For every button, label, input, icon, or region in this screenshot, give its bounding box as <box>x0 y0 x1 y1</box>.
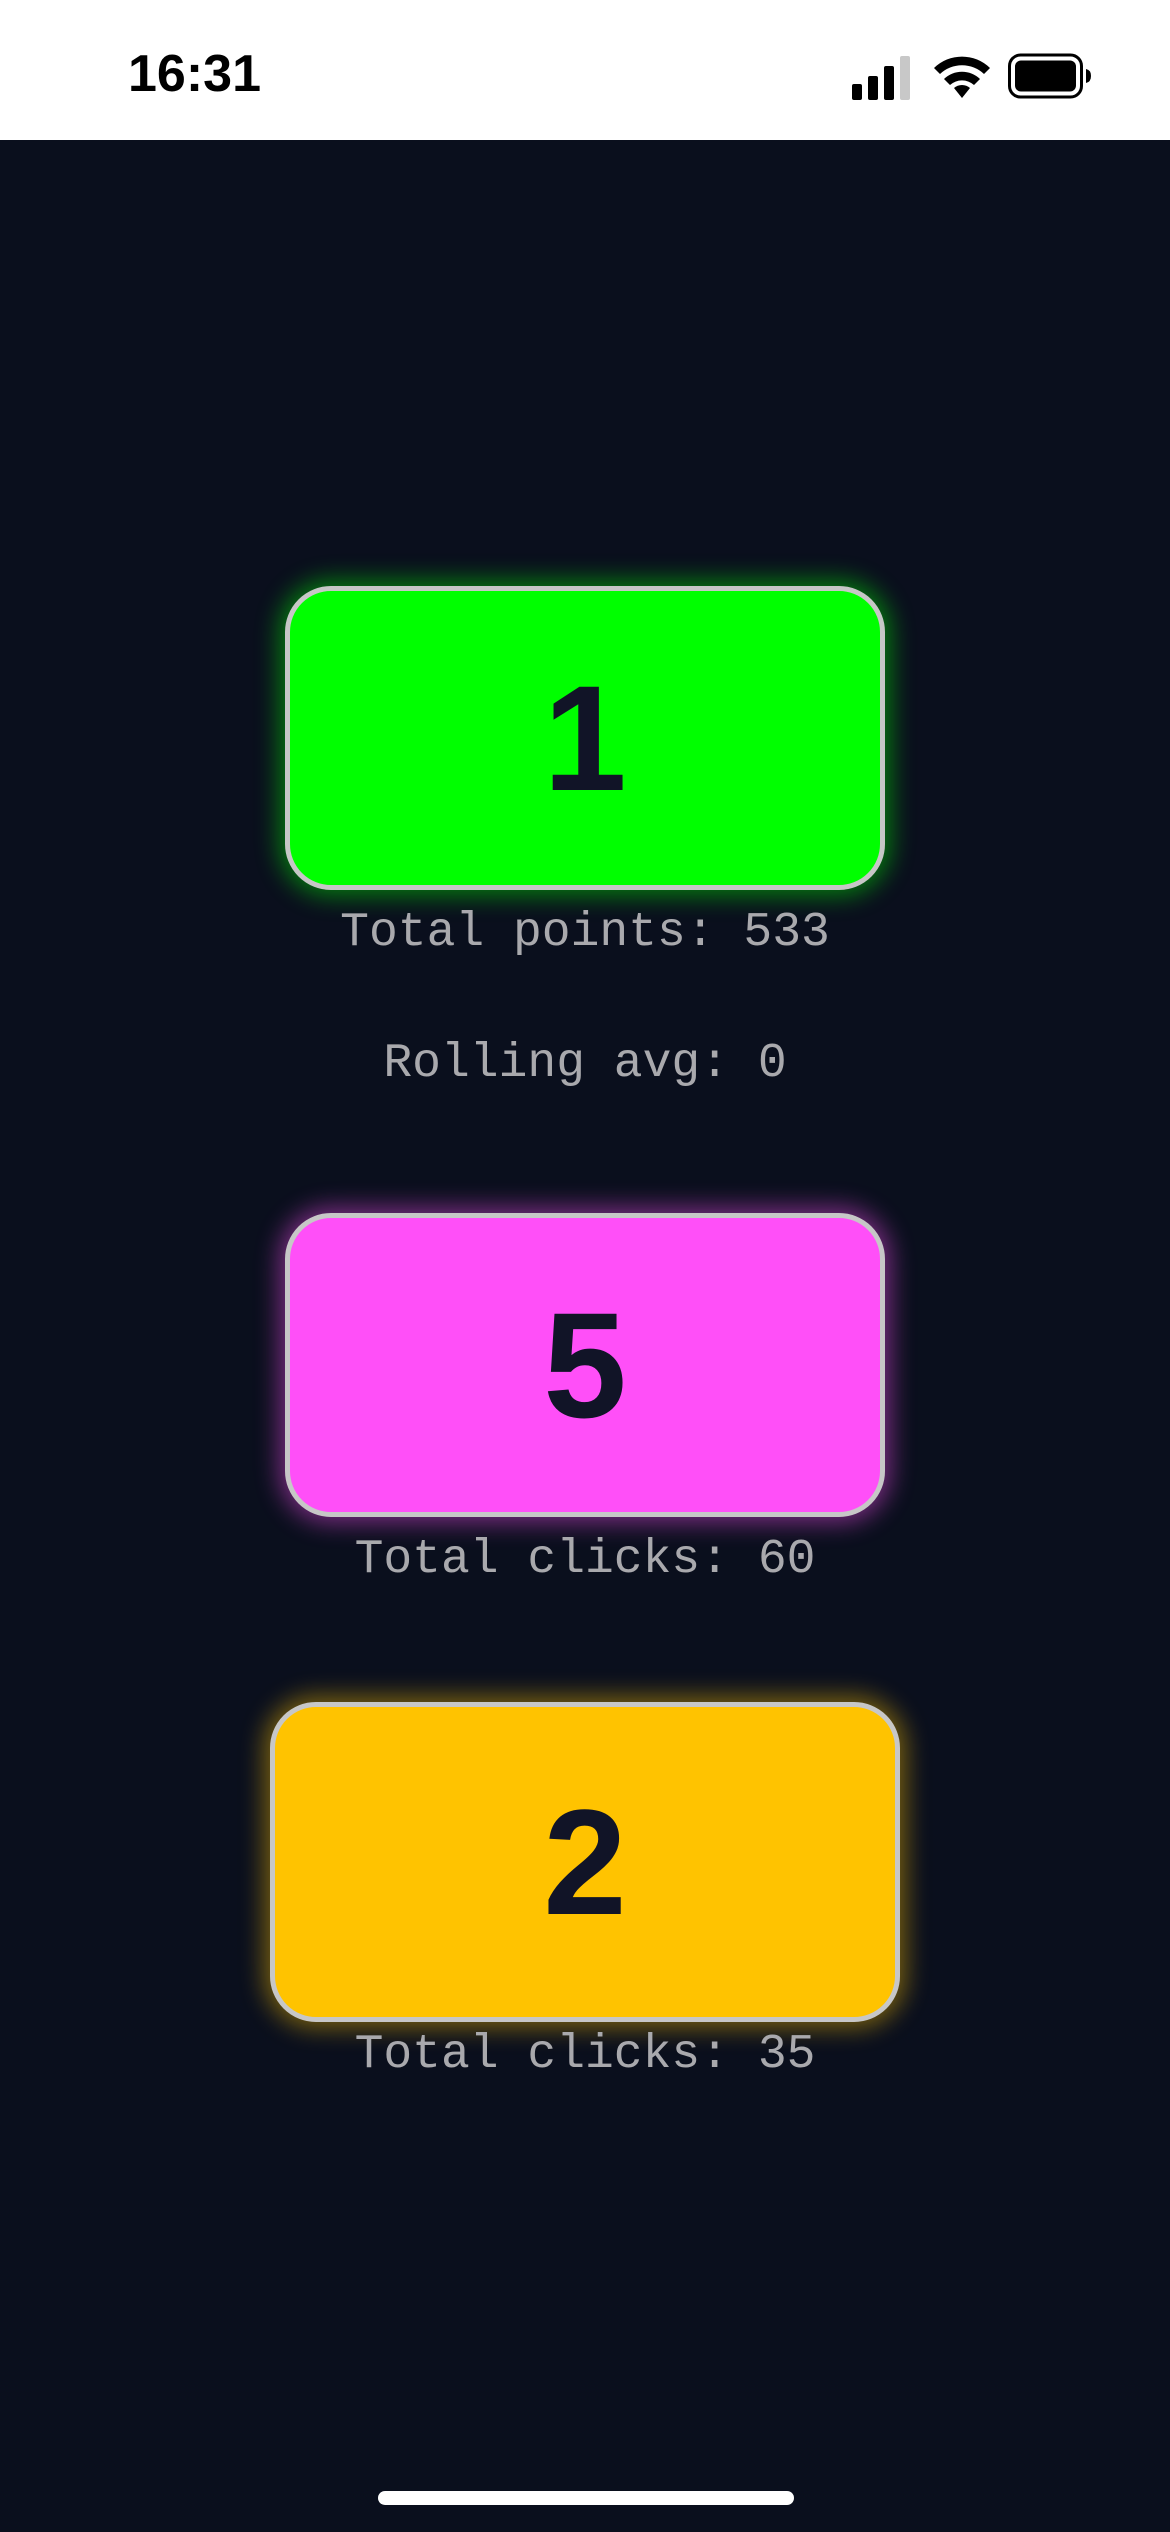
counter-button-yellow[interactable]: 2 <box>270 1702 900 2022</box>
total-clicks-label-yellow: Total clicks: 35 <box>354 2028 816 2082</box>
counter-button-magenta[interactable]: 5 <box>285 1213 885 1517</box>
wifi-icon <box>934 56 990 98</box>
rolling-avg-label: Rolling avg: 0 <box>383 1037 787 1091</box>
total-points-label: Total points: 533 <box>340 906 830 960</box>
counter-value-magenta: 5 <box>543 1280 627 1449</box>
total-clicks-label-magenta: Total clicks: 60 <box>354 1533 816 1587</box>
battery-icon <box>1008 53 1091 99</box>
counter-value-green: 1 <box>543 653 627 822</box>
status-bar: 16:31 <box>0 0 1170 140</box>
status-time: 16:31 <box>128 45 261 103</box>
app-screen: 16:31 1 Total points: 533 Rolling avg: 0… <box>0 0 1170 2532</box>
counter-value-yellow: 2 <box>543 1777 627 1946</box>
home-indicator[interactable] <box>378 2491 794 2505</box>
signal-icon <box>852 56 910 100</box>
counter-button-green[interactable]: 1 <box>285 586 885 890</box>
